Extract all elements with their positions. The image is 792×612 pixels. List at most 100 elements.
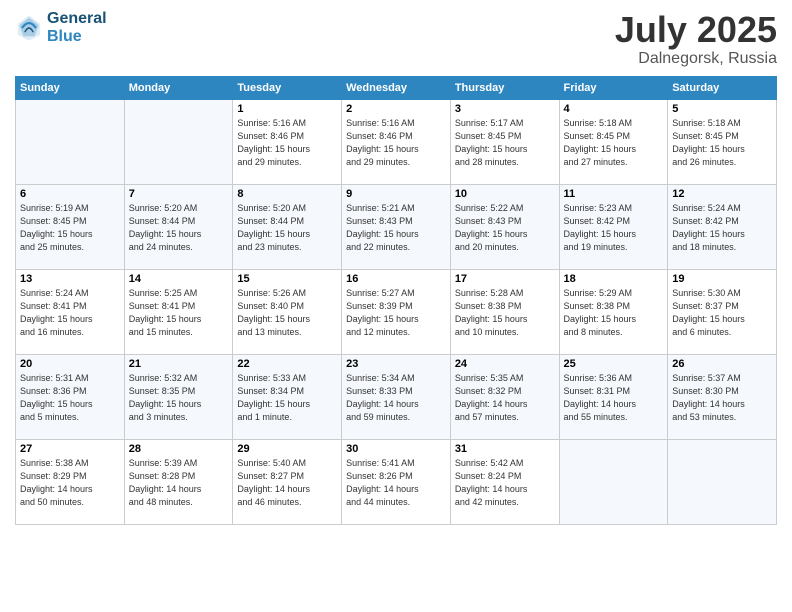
- day-detail: Sunrise: 5:38 AM Sunset: 8:29 PM Dayligh…: [20, 457, 120, 509]
- calendar-cell: 3 Sunrise: 5:17 AM Sunset: 8:45 PM Daylig…: [450, 99, 559, 184]
- day-detail: Sunrise: 5:39 AM Sunset: 8:28 PM Dayligh…: [129, 457, 229, 509]
- header: General Blue July 2025 Dalnegorsk, Russi…: [15, 10, 777, 68]
- day-detail: Sunrise: 5:33 AM Sunset: 8:34 PM Dayligh…: [237, 372, 337, 424]
- day-header-thursday: Thursday: [450, 76, 559, 99]
- week-row-1: 1Sunrise: 5:16 AM Sunset: 8:46 PM Daylig…: [16, 99, 777, 184]
- calendar-cell: 18 Sunrise: 5:29 AM Sunset: 8:38 PM Dayli…: [559, 269, 668, 354]
- day-header-monday: Monday: [124, 76, 233, 99]
- day-number: 31: [455, 443, 555, 455]
- day-number: 19: [672, 273, 772, 285]
- day-detail: Sunrise: 5:23 AM Sunset: 8:42 PM Dayligh…: [564, 202, 664, 254]
- calendar-cell: 4 Sunrise: 5:18 AM Sunset: 8:45 PM Daylig…: [559, 99, 668, 184]
- calendar-cell: 26 Sunrise: 5:37 AM Sunset: 8:30 PM Dayli…: [668, 354, 777, 439]
- day-detail: Sunrise: 5:42 AM Sunset: 8:24 PM Dayligh…: [455, 457, 555, 509]
- week-row-3: 13 Sunrise: 5:24 AM Sunset: 8:41 PM Dayli…: [16, 269, 777, 354]
- calendar-cell: 22 Sunrise: 5:33 AM Sunset: 8:34 PM Dayli…: [233, 354, 342, 439]
- day-detail: Sunrise: 5:28 AM Sunset: 8:38 PM Dayligh…: [455, 287, 555, 339]
- day-detail: Sunrise: 5:24 AM Sunset: 8:41 PM Dayligh…: [20, 287, 120, 339]
- day-header-wednesday: Wednesday: [342, 76, 451, 99]
- week-row-4: 20 Sunrise: 5:31 AM Sunset: 8:36 PM Dayli…: [16, 354, 777, 439]
- title-block: July 2025 Dalnegorsk, Russia: [615, 10, 777, 68]
- day-header-friday: Friday: [559, 76, 668, 99]
- calendar-cell: 7 Sunrise: 5:20 AM Sunset: 8:44 PM Daylig…: [124, 184, 233, 269]
- calendar-cell: 24 Sunrise: 5:35 AM Sunset: 8:32 PM Dayli…: [450, 354, 559, 439]
- day-detail: Sunrise: 5:16 AM Sunset: 8:46 PM Dayligh…: [237, 117, 337, 169]
- calendar-cell: 8 Sunrise: 5:20 AM Sunset: 8:44 PM Daylig…: [233, 184, 342, 269]
- calendar-cell: [16, 99, 125, 184]
- day-detail: Sunrise: 5:20 AM Sunset: 8:44 PM Dayligh…: [237, 202, 337, 254]
- day-detail: Sunrise: 5:27 AM Sunset: 8:39 PM Dayligh…: [346, 287, 446, 339]
- calendar-cell: 12 Sunrise: 5:24 AM Sunset: 8:42 PM Dayli…: [668, 184, 777, 269]
- calendar-cell: [559, 439, 668, 524]
- calendar-cell: 28 Sunrise: 5:39 AM Sunset: 8:28 PM Dayli…: [124, 439, 233, 524]
- day-header-saturday: Saturday: [668, 76, 777, 99]
- calendar-cell: 19 Sunrise: 5:30 AM Sunset: 8:37 PM Dayli…: [668, 269, 777, 354]
- day-number: 8: [237, 188, 337, 200]
- day-detail: Sunrise: 5:29 AM Sunset: 8:38 PM Dayligh…: [564, 287, 664, 339]
- calendar-table: SundayMondayTuesdayWednesdayThursdayFrid…: [15, 76, 777, 525]
- week-row-5: 27Sunrise: 5:38 AM Sunset: 8:29 PM Dayli…: [16, 439, 777, 524]
- day-number: 3: [455, 103, 555, 115]
- day-detail: Sunrise: 5:18 AM Sunset: 8:45 PM Dayligh…: [672, 117, 772, 169]
- day-detail: Sunrise: 5:40 AM Sunset: 8:27 PM Dayligh…: [237, 457, 337, 509]
- day-detail: Sunrise: 5:24 AM Sunset: 8:42 PM Dayligh…: [672, 202, 772, 254]
- day-number: 11: [564, 188, 664, 200]
- calendar-cell: 30Sunrise: 5:41 AM Sunset: 8:26 PM Dayli…: [342, 439, 451, 524]
- day-detail: Sunrise: 5:34 AM Sunset: 8:33 PM Dayligh…: [346, 372, 446, 424]
- day-detail: Sunrise: 5:36 AM Sunset: 8:31 PM Dayligh…: [564, 372, 664, 424]
- calendar-cell: 25 Sunrise: 5:36 AM Sunset: 8:31 PM Dayli…: [559, 354, 668, 439]
- day-header-tuesday: Tuesday: [233, 76, 342, 99]
- calendar-cell: [124, 99, 233, 184]
- day-detail: Sunrise: 5:35 AM Sunset: 8:32 PM Dayligh…: [455, 372, 555, 424]
- day-detail: Sunrise: 5:17 AM Sunset: 8:45 PM Dayligh…: [455, 117, 555, 169]
- day-detail: Sunrise: 5:26 AM Sunset: 8:40 PM Dayligh…: [237, 287, 337, 339]
- title-month: July 2025: [615, 10, 777, 50]
- day-number: 20: [20, 358, 120, 370]
- logo-icon: [15, 14, 43, 42]
- day-number: 9: [346, 188, 446, 200]
- calendar-cell: 23 Sunrise: 5:34 AM Sunset: 8:33 PM Dayli…: [342, 354, 451, 439]
- calendar-cell: 9 Sunrise: 5:21 AM Sunset: 8:43 PM Daylig…: [342, 184, 451, 269]
- day-header-sunday: Sunday: [16, 76, 125, 99]
- calendar-cell: 15 Sunrise: 5:26 AM Sunset: 8:40 PM Dayli…: [233, 269, 342, 354]
- day-detail: Sunrise: 5:21 AM Sunset: 8:43 PM Dayligh…: [346, 202, 446, 254]
- day-number: 2: [346, 103, 446, 115]
- day-number: 4: [564, 103, 664, 115]
- day-number: 12: [672, 188, 772, 200]
- calendar-cell: 1Sunrise: 5:16 AM Sunset: 8:46 PM Daylig…: [233, 99, 342, 184]
- calendar-cell: 14Sunrise: 5:25 AM Sunset: 8:41 PM Dayli…: [124, 269, 233, 354]
- calendar-cell: 13 Sunrise: 5:24 AM Sunset: 8:41 PM Dayli…: [16, 269, 125, 354]
- calendar-cell: 5Sunrise: 5:18 AM Sunset: 8:45 PM Daylig…: [668, 99, 777, 184]
- day-number: 24: [455, 358, 555, 370]
- day-detail: Sunrise: 5:30 AM Sunset: 8:37 PM Dayligh…: [672, 287, 772, 339]
- day-number: 18: [564, 273, 664, 285]
- days-header-row: SundayMondayTuesdayWednesdayThursdayFrid…: [16, 76, 777, 99]
- calendar-cell: 29Sunrise: 5:40 AM Sunset: 8:27 PM Dayli…: [233, 439, 342, 524]
- calendar-cell: 31 Sunrise: 5:42 AM Sunset: 8:24 PM Dayli…: [450, 439, 559, 524]
- day-number: 22: [237, 358, 337, 370]
- title-location: Dalnegorsk, Russia: [615, 50, 777, 68]
- day-number: 7: [129, 188, 229, 200]
- calendar-cell: 6Sunrise: 5:19 AM Sunset: 8:45 PM Daylig…: [16, 184, 125, 269]
- day-detail: Sunrise: 5:31 AM Sunset: 8:36 PM Dayligh…: [20, 372, 120, 424]
- day-number: 10: [455, 188, 555, 200]
- day-detail: Sunrise: 5:22 AM Sunset: 8:43 PM Dayligh…: [455, 202, 555, 254]
- day-number: 26: [672, 358, 772, 370]
- day-number: 25: [564, 358, 664, 370]
- day-detail: Sunrise: 5:20 AM Sunset: 8:44 PM Dayligh…: [129, 202, 229, 254]
- day-detail: Sunrise: 5:18 AM Sunset: 8:45 PM Dayligh…: [564, 117, 664, 169]
- day-number: 15: [237, 273, 337, 285]
- calendar-cell: 21Sunrise: 5:32 AM Sunset: 8:35 PM Dayli…: [124, 354, 233, 439]
- day-number: 30: [346, 443, 446, 455]
- calendar-cell: 16Sunrise: 5:27 AM Sunset: 8:39 PM Dayli…: [342, 269, 451, 354]
- day-number: 13: [20, 273, 120, 285]
- day-number: 21: [129, 358, 229, 370]
- calendar-cell: 17Sunrise: 5:28 AM Sunset: 8:38 PM Dayli…: [450, 269, 559, 354]
- logo-text: General Blue: [47, 10, 107, 45]
- day-number: 23: [346, 358, 446, 370]
- week-row-2: 6Sunrise: 5:19 AM Sunset: 8:45 PM Daylig…: [16, 184, 777, 269]
- day-detail: Sunrise: 5:37 AM Sunset: 8:30 PM Dayligh…: [672, 372, 772, 424]
- day-detail: Sunrise: 5:19 AM Sunset: 8:45 PM Dayligh…: [20, 202, 120, 254]
- calendar-cell: [668, 439, 777, 524]
- day-number: 28: [129, 443, 229, 455]
